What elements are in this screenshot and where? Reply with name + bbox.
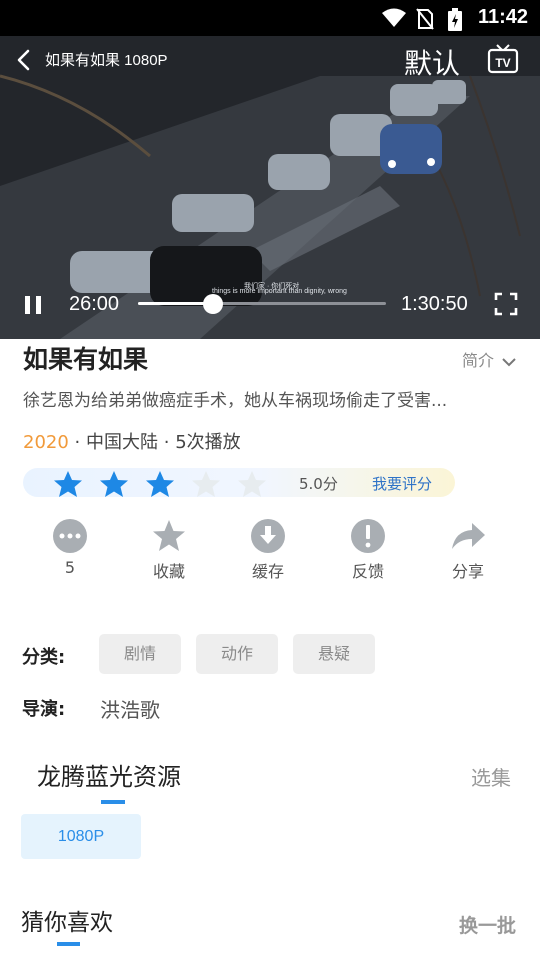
recommend-indicator <box>57 942 80 946</box>
meta-separator: · <box>74 432 81 453</box>
share-label: 分享 <box>451 562 484 581</box>
meta-separator: · <box>163 432 170 453</box>
action-row: 5 收藏 缓存 反馈 分享 <box>0 518 540 598</box>
release-year: 2020 <box>23 432 69 453</box>
star-icon <box>153 520 185 551</box>
recommend-title: 猜你喜欢 <box>21 910 113 936</box>
back-icon[interactable] <box>14 48 34 72</box>
select-episode-button[interactable]: 选集 <box>471 762 511 791</box>
rating-bar: 5.0分 我要评分 <box>23 468 455 497</box>
download-label: 缓存 <box>251 562 284 581</box>
download-button[interactable]: 缓存 <box>228 518 308 582</box>
quality-select-button[interactable]: 默认 <box>404 42 460 82</box>
movie-title: 如果有如果 <box>23 345 149 374</box>
tv-cast-icon[interactable]: TV <box>487 44 519 74</box>
status-bar: 11:42 <box>0 0 540 36</box>
feedback-label: 反馈 <box>351 562 384 581</box>
video-player[interactable]: 如果有如果 1080P 默认 TV 我们家 · 你们死对 things is m… <box>0 36 540 339</box>
favorite-button[interactable]: 收藏 <box>129 518 209 582</box>
progress-bar[interactable] <box>138 294 386 314</box>
download-icon <box>251 519 285 553</box>
comment-icon <box>53 519 87 553</box>
comment-button[interactable]: 5 <box>30 518 110 577</box>
comment-count: 5 <box>64 558 76 577</box>
share-button[interactable]: 分享 <box>428 518 508 582</box>
progress-thumb[interactable] <box>202 294 223 314</box>
status-time: 11:42 <box>477 6 528 28</box>
region: 中国大陆 <box>86 432 159 453</box>
current-time: 26:00 <box>69 293 120 315</box>
movie-description: 徐艺恩为给弟弟做癌症手术，她从车祸现场偷走了受害... <box>23 391 448 411</box>
battery-charging-icon <box>448 8 462 31</box>
star-empty-icon[interactable] <box>237 470 267 498</box>
feedback-icon <box>351 519 385 553</box>
play-count: 5次播放 <box>175 432 241 453</box>
refresh-recommend-button[interactable]: 换一批 <box>459 911 516 938</box>
pause-icon[interactable] <box>24 294 44 316</box>
no-sim-icon <box>416 8 434 30</box>
total-time: 1:30:50 <box>401 293 468 315</box>
category-tag[interactable]: 动作 <box>196 634 278 674</box>
movie-meta: 2020 · 中国大陆 · 5次播放 <box>23 428 241 454</box>
share-icon <box>452 523 485 549</box>
category-tag[interactable]: 剧情 <box>99 634 181 674</box>
player-controls: 26:00 1:30:50 <box>0 286 540 326</box>
intro-label: 简介 <box>462 351 495 370</box>
star-filled-icon[interactable] <box>99 470 129 498</box>
favorite-label: 收藏 <box>152 562 185 581</box>
star-filled-icon[interactable] <box>145 470 175 498</box>
director-label: 导演: <box>22 699 66 720</box>
rating-score: 5.0分 <box>299 475 338 493</box>
rate-button[interactable]: 我要评分 <box>372 473 432 494</box>
source-tab-indicator <box>101 800 125 804</box>
fullscreen-icon[interactable] <box>494 292 518 316</box>
wifi-icon <box>382 8 406 27</box>
feedback-button[interactable]: 反馈 <box>328 518 408 582</box>
director-name[interactable]: 洪浩歌 <box>100 694 160 723</box>
episode-button[interactable]: 1080P <box>21 814 141 859</box>
tv-icon-label: TV <box>495 56 510 70</box>
progress-bar-fill <box>138 302 213 305</box>
star-filled-icon[interactable] <box>53 470 83 498</box>
chevron-down-icon <box>502 357 516 366</box>
video-title: 如果有如果 1080P <box>45 52 168 69</box>
intro-toggle-button[interactable]: 简介 <box>462 347 517 371</box>
category-tag[interactable]: 悬疑 <box>293 634 375 674</box>
category-label: 分类: <box>22 647 66 668</box>
source-tab[interactable]: 龙腾蓝光资源 <box>37 757 181 792</box>
star-empty-icon[interactable] <box>191 470 221 498</box>
